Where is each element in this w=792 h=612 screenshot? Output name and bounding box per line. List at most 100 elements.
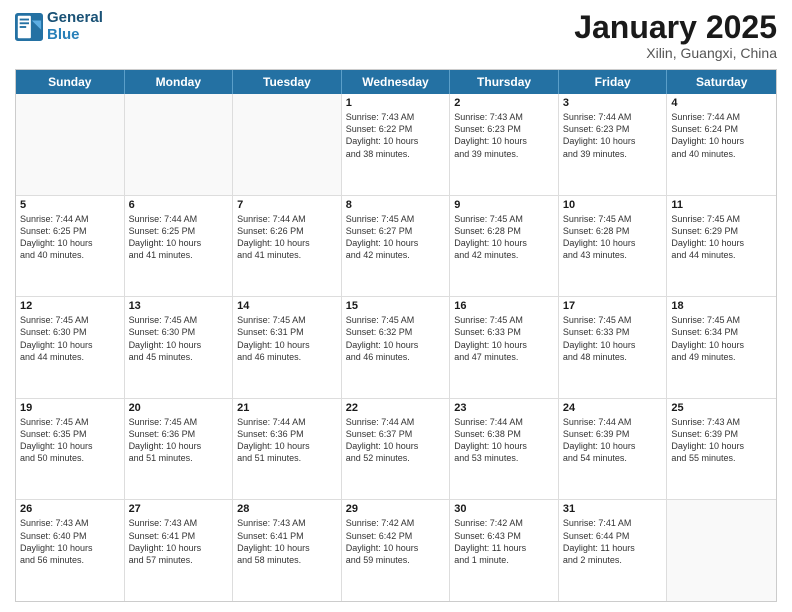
page: General Blue January 2025 Xilin, Guangxi… <box>0 0 792 612</box>
day-number: 23 <box>454 402 554 414</box>
calendar-cell: 29 Sunrise: 7:42 AM Sunset: 6:42 PM Dayli… <box>342 500 451 601</box>
cell-text: Sunrise: 7:45 AM Sunset: 6:32 PM Dayligh… <box>346 314 446 363</box>
calendar-cell: 11 Sunrise: 7:45 AM Sunset: 6:29 PM Dayli… <box>667 196 776 297</box>
calendar-cell: 3 Sunrise: 7:44 AM Sunset: 6:23 PM Daylig… <box>559 94 668 195</box>
logo-icon <box>15 13 43 41</box>
day-number: 28 <box>237 503 337 515</box>
cell-text: Sunrise: 7:45 AM Sunset: 6:28 PM Dayligh… <box>454 213 554 262</box>
day-number: 13 <box>129 300 229 312</box>
cell-text: Sunrise: 7:45 AM Sunset: 6:31 PM Dayligh… <box>237 314 337 363</box>
calendar-cell: 21 Sunrise: 7:44 AM Sunset: 6:36 PM Dayli… <box>233 399 342 500</box>
day-number: 19 <box>20 402 120 414</box>
cell-text: Sunrise: 7:44 AM Sunset: 6:25 PM Dayligh… <box>129 213 229 262</box>
calendar-cell: 23Sunrise: 7:44 AM Sunset: 6:38 PM Dayli… <box>450 399 559 500</box>
cell-text: Sunrise: 7:42 AM Sunset: 6:42 PM Dayligh… <box>346 517 446 566</box>
cell-text: Sunrise: 7:45 AM Sunset: 6:35 PM Dayligh… <box>20 416 120 465</box>
day-number: 6 <box>129 199 229 211</box>
day-number: 5 <box>20 199 120 211</box>
calendar-cell: 31 Sunrise: 7:41 AM Sunset: 6:44 PM Dayli… <box>559 500 668 601</box>
month-title: January 2025 <box>574 10 777 45</box>
calendar-cell <box>233 94 342 195</box>
day-number: 7 <box>237 199 337 211</box>
day-number: 25 <box>671 402 772 414</box>
weekday-header: Saturday <box>667 70 776 94</box>
day-number: 27 <box>129 503 229 515</box>
calendar-cell: 8Sunrise: 7:45 AM Sunset: 6:27 PM Daylig… <box>342 196 451 297</box>
day-number: 30 <box>454 503 554 515</box>
day-number: 17 <box>563 300 663 312</box>
cell-text: Sunrise: 7:44 AM Sunset: 6:25 PM Dayligh… <box>20 213 120 262</box>
calendar-cell: 14 Sunrise: 7:45 AM Sunset: 6:31 PM Dayli… <box>233 297 342 398</box>
calendar-cell: 27 Sunrise: 7:43 AM Sunset: 6:41 PM Dayli… <box>125 500 234 601</box>
day-number: 9 <box>454 199 554 211</box>
day-number: 31 <box>563 503 663 515</box>
cell-text: Sunrise: 7:44 AM Sunset: 6:24 PM Dayligh… <box>671 111 772 160</box>
calendar-body: 1Sunrise: 7:43 AM Sunset: 6:22 PM Daylig… <box>16 94 776 601</box>
cell-text: Sunrise: 7:43 AM Sunset: 6:41 PM Dayligh… <box>129 517 229 566</box>
calendar-cell <box>667 500 776 601</box>
header: General Blue January 2025 Xilin, Guangxi… <box>15 10 777 61</box>
calendar-cell: 4Sunrise: 7:44 AM Sunset: 6:24 PM Daylig… <box>667 94 776 195</box>
calendar-cell: 6 Sunrise: 7:44 AM Sunset: 6:25 PM Daylig… <box>125 196 234 297</box>
day-number: 12 <box>20 300 120 312</box>
location: Xilin, Guangxi, China <box>574 45 777 61</box>
day-number: 26 <box>20 503 120 515</box>
day-number: 10 <box>563 199 663 211</box>
calendar-cell: 5 Sunrise: 7:44 AM Sunset: 6:25 PM Daylig… <box>16 196 125 297</box>
calendar-row: 5 Sunrise: 7:44 AM Sunset: 6:25 PM Daylig… <box>16 196 776 298</box>
cell-text: Sunrise: 7:41 AM Sunset: 6:44 PM Dayligh… <box>563 517 663 566</box>
calendar-cell: 25 Sunrise: 7:43 AM Sunset: 6:39 PM Dayli… <box>667 399 776 500</box>
cell-text: Sunrise: 7:45 AM Sunset: 6:29 PM Dayligh… <box>671 213 772 262</box>
day-number: 18 <box>671 300 772 312</box>
weekday-header: Thursday <box>450 70 559 94</box>
calendar-cell: 19 Sunrise: 7:45 AM Sunset: 6:35 PM Dayli… <box>16 399 125 500</box>
cell-text: Sunrise: 7:45 AM Sunset: 6:30 PM Dayligh… <box>129 314 229 363</box>
cell-text: Sunrise: 7:45 AM Sunset: 6:27 PM Dayligh… <box>346 213 446 262</box>
calendar-cell: 10Sunrise: 7:45 AM Sunset: 6:28 PM Dayli… <box>559 196 668 297</box>
day-number: 22 <box>346 402 446 414</box>
cell-text: Sunrise: 7:43 AM Sunset: 6:41 PM Dayligh… <box>237 517 337 566</box>
calendar-cell: 16 Sunrise: 7:45 AM Sunset: 6:33 PM Dayli… <box>450 297 559 398</box>
cell-text: Sunrise: 7:45 AM Sunset: 6:36 PM Dayligh… <box>129 416 229 465</box>
cell-text: Sunrise: 7:43 AM Sunset: 6:40 PM Dayligh… <box>20 517 120 566</box>
day-number: 29 <box>346 503 446 515</box>
calendar-cell: 2 Sunrise: 7:43 AM Sunset: 6:23 PM Daylig… <box>450 94 559 195</box>
day-number: 15 <box>346 300 446 312</box>
calendar-cell: 12 Sunrise: 7:45 AM Sunset: 6:30 PM Dayli… <box>16 297 125 398</box>
calendar-cell: 22Sunrise: 7:44 AM Sunset: 6:37 PM Dayli… <box>342 399 451 500</box>
calendar-row: 19 Sunrise: 7:45 AM Sunset: 6:35 PM Dayli… <box>16 399 776 501</box>
calendar-cell: 24 Sunrise: 7:44 AM Sunset: 6:39 PM Dayli… <box>559 399 668 500</box>
weekday-header: Wednesday <box>342 70 451 94</box>
day-number: 16 <box>454 300 554 312</box>
day-number: 11 <box>671 199 772 211</box>
day-number: 3 <box>563 97 663 109</box>
cell-text: Sunrise: 7:45 AM Sunset: 6:30 PM Dayligh… <box>20 314 120 363</box>
day-number: 14 <box>237 300 337 312</box>
logo: General Blue <box>15 10 103 43</box>
weekday-header: Tuesday <box>233 70 342 94</box>
calendar-cell: 26 Sunrise: 7:43 AM Sunset: 6:40 PM Dayli… <box>16 500 125 601</box>
day-number: 2 <box>454 97 554 109</box>
calendar-row: 26 Sunrise: 7:43 AM Sunset: 6:40 PM Dayli… <box>16 500 776 601</box>
day-number: 24 <box>563 402 663 414</box>
logo-text: General Blue <box>47 10 103 43</box>
cell-text: Sunrise: 7:44 AM Sunset: 6:23 PM Dayligh… <box>563 111 663 160</box>
calendar-cell: 17 Sunrise: 7:45 AM Sunset: 6:33 PM Dayli… <box>559 297 668 398</box>
calendar-cell <box>125 94 234 195</box>
cell-text: Sunrise: 7:45 AM Sunset: 6:33 PM Dayligh… <box>454 314 554 363</box>
cell-text: Sunrise: 7:44 AM Sunset: 6:39 PM Dayligh… <box>563 416 663 465</box>
calendar-cell: 13 Sunrise: 7:45 AM Sunset: 6:30 PM Dayli… <box>125 297 234 398</box>
cell-text: Sunrise: 7:43 AM Sunset: 6:39 PM Dayligh… <box>671 416 772 465</box>
day-number: 1 <box>346 97 446 109</box>
calendar-cell: 28 Sunrise: 7:43 AM Sunset: 6:41 PM Dayli… <box>233 500 342 601</box>
weekday-header: Friday <box>559 70 668 94</box>
calendar-cell <box>16 94 125 195</box>
cell-text: Sunrise: 7:45 AM Sunset: 6:33 PM Dayligh… <box>563 314 663 363</box>
cell-text: Sunrise: 7:43 AM Sunset: 6:23 PM Dayligh… <box>454 111 554 160</box>
calendar-cell: 9 Sunrise: 7:45 AM Sunset: 6:28 PM Daylig… <box>450 196 559 297</box>
calendar-row: 1Sunrise: 7:43 AM Sunset: 6:22 PM Daylig… <box>16 94 776 196</box>
calendar-cell: 7Sunrise: 7:44 AM Sunset: 6:26 PM Daylig… <box>233 196 342 297</box>
title-block: January 2025 Xilin, Guangxi, China <box>574 10 777 61</box>
day-number: 21 <box>237 402 337 414</box>
cell-text: Sunrise: 7:44 AM Sunset: 6:36 PM Dayligh… <box>237 416 337 465</box>
